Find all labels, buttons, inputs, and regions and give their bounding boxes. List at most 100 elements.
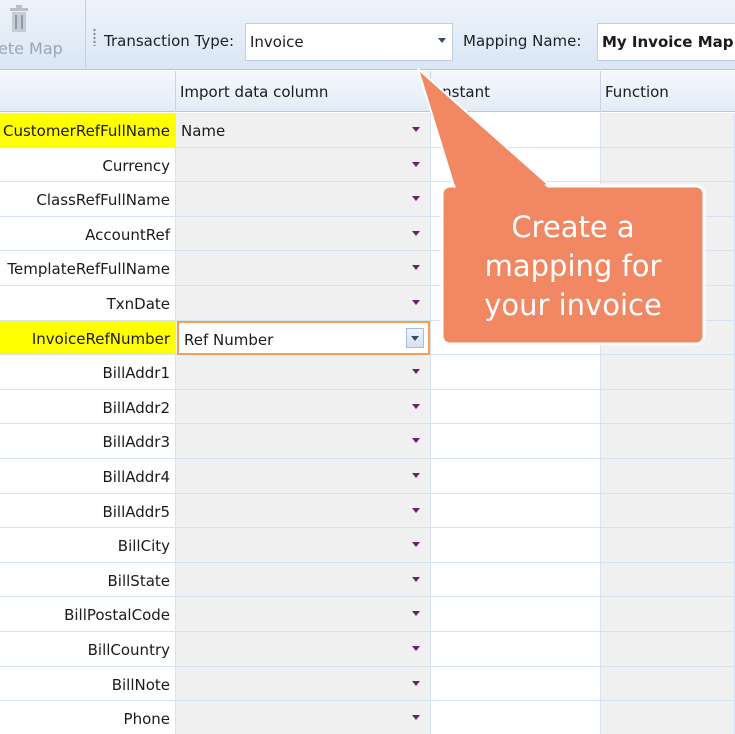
field-name-cell[interactable]: TemplateRefFullName	[0, 251, 176, 286]
chevron-down-icon[interactable]	[412, 127, 420, 132]
active-import-select[interactable]: Ref Number	[177, 320, 430, 355]
chevron-down-icon[interactable]	[438, 38, 446, 43]
constant-cell[interactable]	[431, 286, 601, 321]
field-name-cell[interactable]: AccountRef	[0, 216, 176, 252]
chevron-down-icon[interactable]	[412, 473, 420, 478]
constant-cell[interactable]	[431, 528, 601, 563]
function-cell[interactable]	[601, 459, 735, 494]
import-column-cell[interactable]	[176, 493, 431, 529]
field-name-cell[interactable]: Currency	[0, 147, 176, 183]
field-name-cell[interactable]: ClassRefFullName	[0, 182, 176, 217]
import-column-cell[interactable]: Name	[176, 113, 431, 148]
field-name-cell[interactable]: BillPostalCode	[0, 597, 176, 632]
constant-cell[interactable]	[431, 493, 601, 529]
import-column-cell[interactable]	[176, 389, 431, 425]
toolbar-grip-icon[interactable]	[93, 28, 96, 46]
chevron-down-icon[interactable]	[412, 680, 420, 686]
field-name: BillState	[107, 571, 171, 590]
chevron-down-icon[interactable]	[412, 646, 420, 651]
function-cell[interactable]	[601, 528, 735, 563]
function-cell[interactable]	[601, 320, 735, 356]
import-column-cell[interactable]	[176, 147, 431, 183]
import-column-cell[interactable]	[176, 632, 431, 667]
constant-cell[interactable]	[431, 320, 601, 356]
chevron-down-icon[interactable]	[412, 403, 420, 409]
field-name-cell[interactable]: BillAddr4	[0, 459, 176, 494]
constant-cell[interactable]	[431, 632, 601, 667]
import-column-cell[interactable]	[176, 251, 431, 286]
import-column-cell[interactable]	[176, 286, 431, 321]
function-cell[interactable]	[601, 147, 735, 183]
constant-cell[interactable]	[431, 147, 601, 183]
import-column-cell[interactable]	[176, 182, 431, 217]
field-name-cell[interactable]: BillAddr5	[0, 493, 176, 529]
function-cell[interactable]	[601, 355, 735, 390]
chevron-down-icon[interactable]	[412, 300, 420, 305]
function-cell[interactable]	[601, 666, 735, 702]
function-cell[interactable]	[601, 597, 735, 632]
function-cell[interactable]	[601, 182, 735, 217]
header-constant[interactable]: onstant	[431, 71, 601, 112]
field-name: BillAddr4	[102, 468, 170, 486]
chevron-down-icon[interactable]	[412, 507, 420, 513]
import-column-cell[interactable]	[176, 528, 431, 563]
chevron-down-icon[interactable]	[406, 327, 424, 348]
field-name-cell[interactable]: BillAddr1	[0, 355, 176, 390]
field-name-cell[interactable]: BillCity	[0, 528, 176, 563]
chevron-down-icon[interactable]	[412, 438, 420, 444]
header-function[interactable]: Function	[601, 71, 735, 112]
constant-cell[interactable]	[431, 355, 601, 390]
function-cell[interactable]	[601, 286, 735, 321]
constant-cell[interactable]	[431, 459, 601, 494]
field-name-cell[interactable]: BillAddr2	[0, 389, 176, 425]
import-column-cell[interactable]	[176, 666, 431, 702]
import-column-cell[interactable]	[176, 424, 431, 459]
field-name-cell[interactable]: InvoiceRefNumber	[0, 320, 176, 356]
chevron-down-icon[interactable]	[412, 576, 420, 582]
field-name-cell[interactable]: Phone	[0, 701, 176, 734]
import-column-cell[interactable]	[176, 562, 431, 598]
constant-cell[interactable]	[431, 113, 601, 148]
chevron-down-icon[interactable]	[412, 196, 420, 202]
field-name-cell[interactable]: BillNote	[0, 666, 176, 702]
constant-cell[interactable]	[431, 701, 601, 734]
header-import-column[interactable]: Import data column	[176, 71, 431, 112]
function-cell[interactable]	[601, 389, 735, 425]
function-cell[interactable]	[601, 632, 735, 667]
function-cell[interactable]	[601, 216, 735, 252]
chevron-down-icon[interactable]	[412, 265, 420, 271]
mapping-name-input[interactable]: My Invoice Map	[597, 23, 735, 61]
chevron-down-icon[interactable]	[412, 161, 420, 167]
constant-cell[interactable]	[431, 251, 601, 286]
function-cell[interactable]	[601, 701, 735, 734]
field-name-cell[interactable]: CustomerRefFullName	[0, 113, 176, 148]
function-cell[interactable]	[601, 113, 735, 148]
chevron-down-icon[interactable]	[412, 230, 420, 236]
function-cell[interactable]	[601, 251, 735, 286]
transaction-type-select[interactable]: Invoice	[245, 23, 453, 61]
field-name-cell[interactable]: TxnDate	[0, 286, 176, 321]
field-name-cell[interactable]: BillAddr3	[0, 424, 176, 459]
field-name-cell[interactable]: BillCountry	[0, 632, 176, 667]
delete-map-button[interactable]: ete Map	[0, 0, 86, 68]
import-column-cell[interactable]	[176, 216, 431, 252]
function-cell[interactable]	[601, 562, 735, 598]
function-cell[interactable]	[601, 493, 735, 529]
import-column-cell[interactable]	[176, 355, 431, 390]
function-cell[interactable]	[601, 424, 735, 459]
import-column-cell[interactable]	[176, 597, 431, 632]
import-column-cell[interactable]	[176, 701, 431, 734]
constant-cell[interactable]	[431, 216, 601, 252]
constant-cell[interactable]	[431, 424, 601, 459]
chevron-down-icon[interactable]	[412, 715, 420, 721]
constant-cell[interactable]	[431, 597, 601, 632]
constant-cell[interactable]	[431, 389, 601, 425]
constant-cell[interactable]	[431, 666, 601, 702]
constant-cell[interactable]	[431, 182, 601, 217]
import-column-cell[interactable]	[176, 459, 431, 494]
chevron-down-icon[interactable]	[412, 369, 420, 375]
chevron-down-icon[interactable]	[412, 611, 420, 617]
field-name-cell[interactable]: BillState	[0, 562, 176, 598]
chevron-down-icon[interactable]	[412, 542, 420, 548]
constant-cell[interactable]	[431, 562, 601, 598]
